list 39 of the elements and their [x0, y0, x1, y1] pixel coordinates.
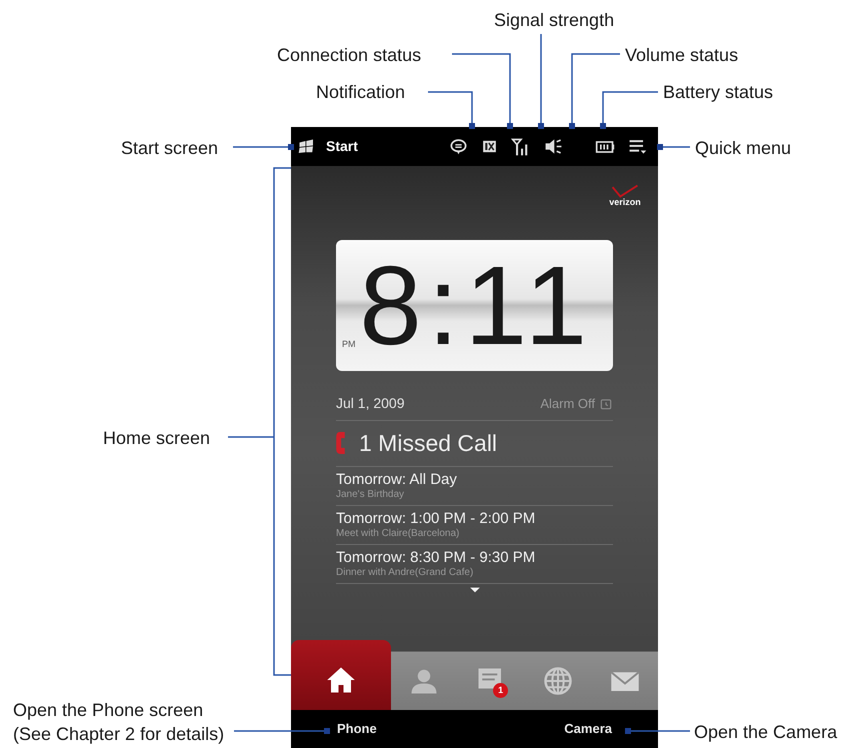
leader-line: [625, 728, 690, 734]
callout-label: Start screen: [121, 137, 218, 160]
tab[interactable]: [291, 640, 391, 710]
globe-icon: [542, 666, 573, 696]
tab[interactable]: 1: [458, 652, 524, 710]
clock-period: PM: [342, 338, 356, 350]
speaker-icon: [544, 137, 563, 156]
callout-label: Connection status: [277, 44, 422, 67]
missed-call-text: 1 Missed Call: [359, 429, 498, 458]
leader-line: [233, 144, 294, 150]
calendar-event[interactable]: Tomorrow: 8:30 PM - 9:30 PM Dinner with Andre(Grand Cafe): [336, 544, 613, 584]
missed-call-row[interactable]: 1 Missed Call: [336, 421, 613, 466]
calendar-event[interactable]: Tomorrow: All Day Jane's Birthday: [336, 466, 613, 506]
badge: 1: [493, 683, 508, 698]
callout-label: Notification: [316, 81, 406, 104]
windows-flag-icon[interactable]: [298, 138, 316, 156]
callout-label: Signal strength: [494, 9, 614, 32]
date-label: Jul 1, 2009: [336, 394, 404, 413]
clock-time: 8:11: [359, 250, 593, 362]
callout-label: Volume status: [625, 44, 738, 67]
callout-label: Battery status: [663, 81, 774, 104]
house-icon: [326, 665, 356, 695]
connection-icon: [481, 138, 498, 155]
calendar-event[interactable]: Tomorrow: 1:00 PM - 2:00 PM Meet with Claire(Barcelona): [336, 506, 613, 544]
soft-key[interactable]: Camera: [564, 719, 612, 739]
leader-line: [657, 144, 690, 150]
logo: verizon: [609, 198, 641, 207]
alarm-status: Alarm Off: [540, 394, 595, 413]
soft-key[interactable]: Phone: [337, 719, 377, 739]
callout-label: Open the Phone screen (See Chapter 2 for details): [13, 699, 224, 746]
callout-label: Quick menu: [695, 137, 792, 160]
menu-icon[interactable]: [628, 137, 647, 156]
down-arrow-icon[interactable]: [468, 586, 482, 594]
alarm-clock-icon: [599, 396, 613, 410]
start-button[interactable]: Start: [326, 136, 358, 157]
speech-bubble-icon: [449, 137, 468, 156]
phone-handset-icon: [336, 432, 345, 454]
callout-label: Open the Camera: [694, 721, 838, 744]
callout-label: Home screen: [103, 427, 210, 450]
